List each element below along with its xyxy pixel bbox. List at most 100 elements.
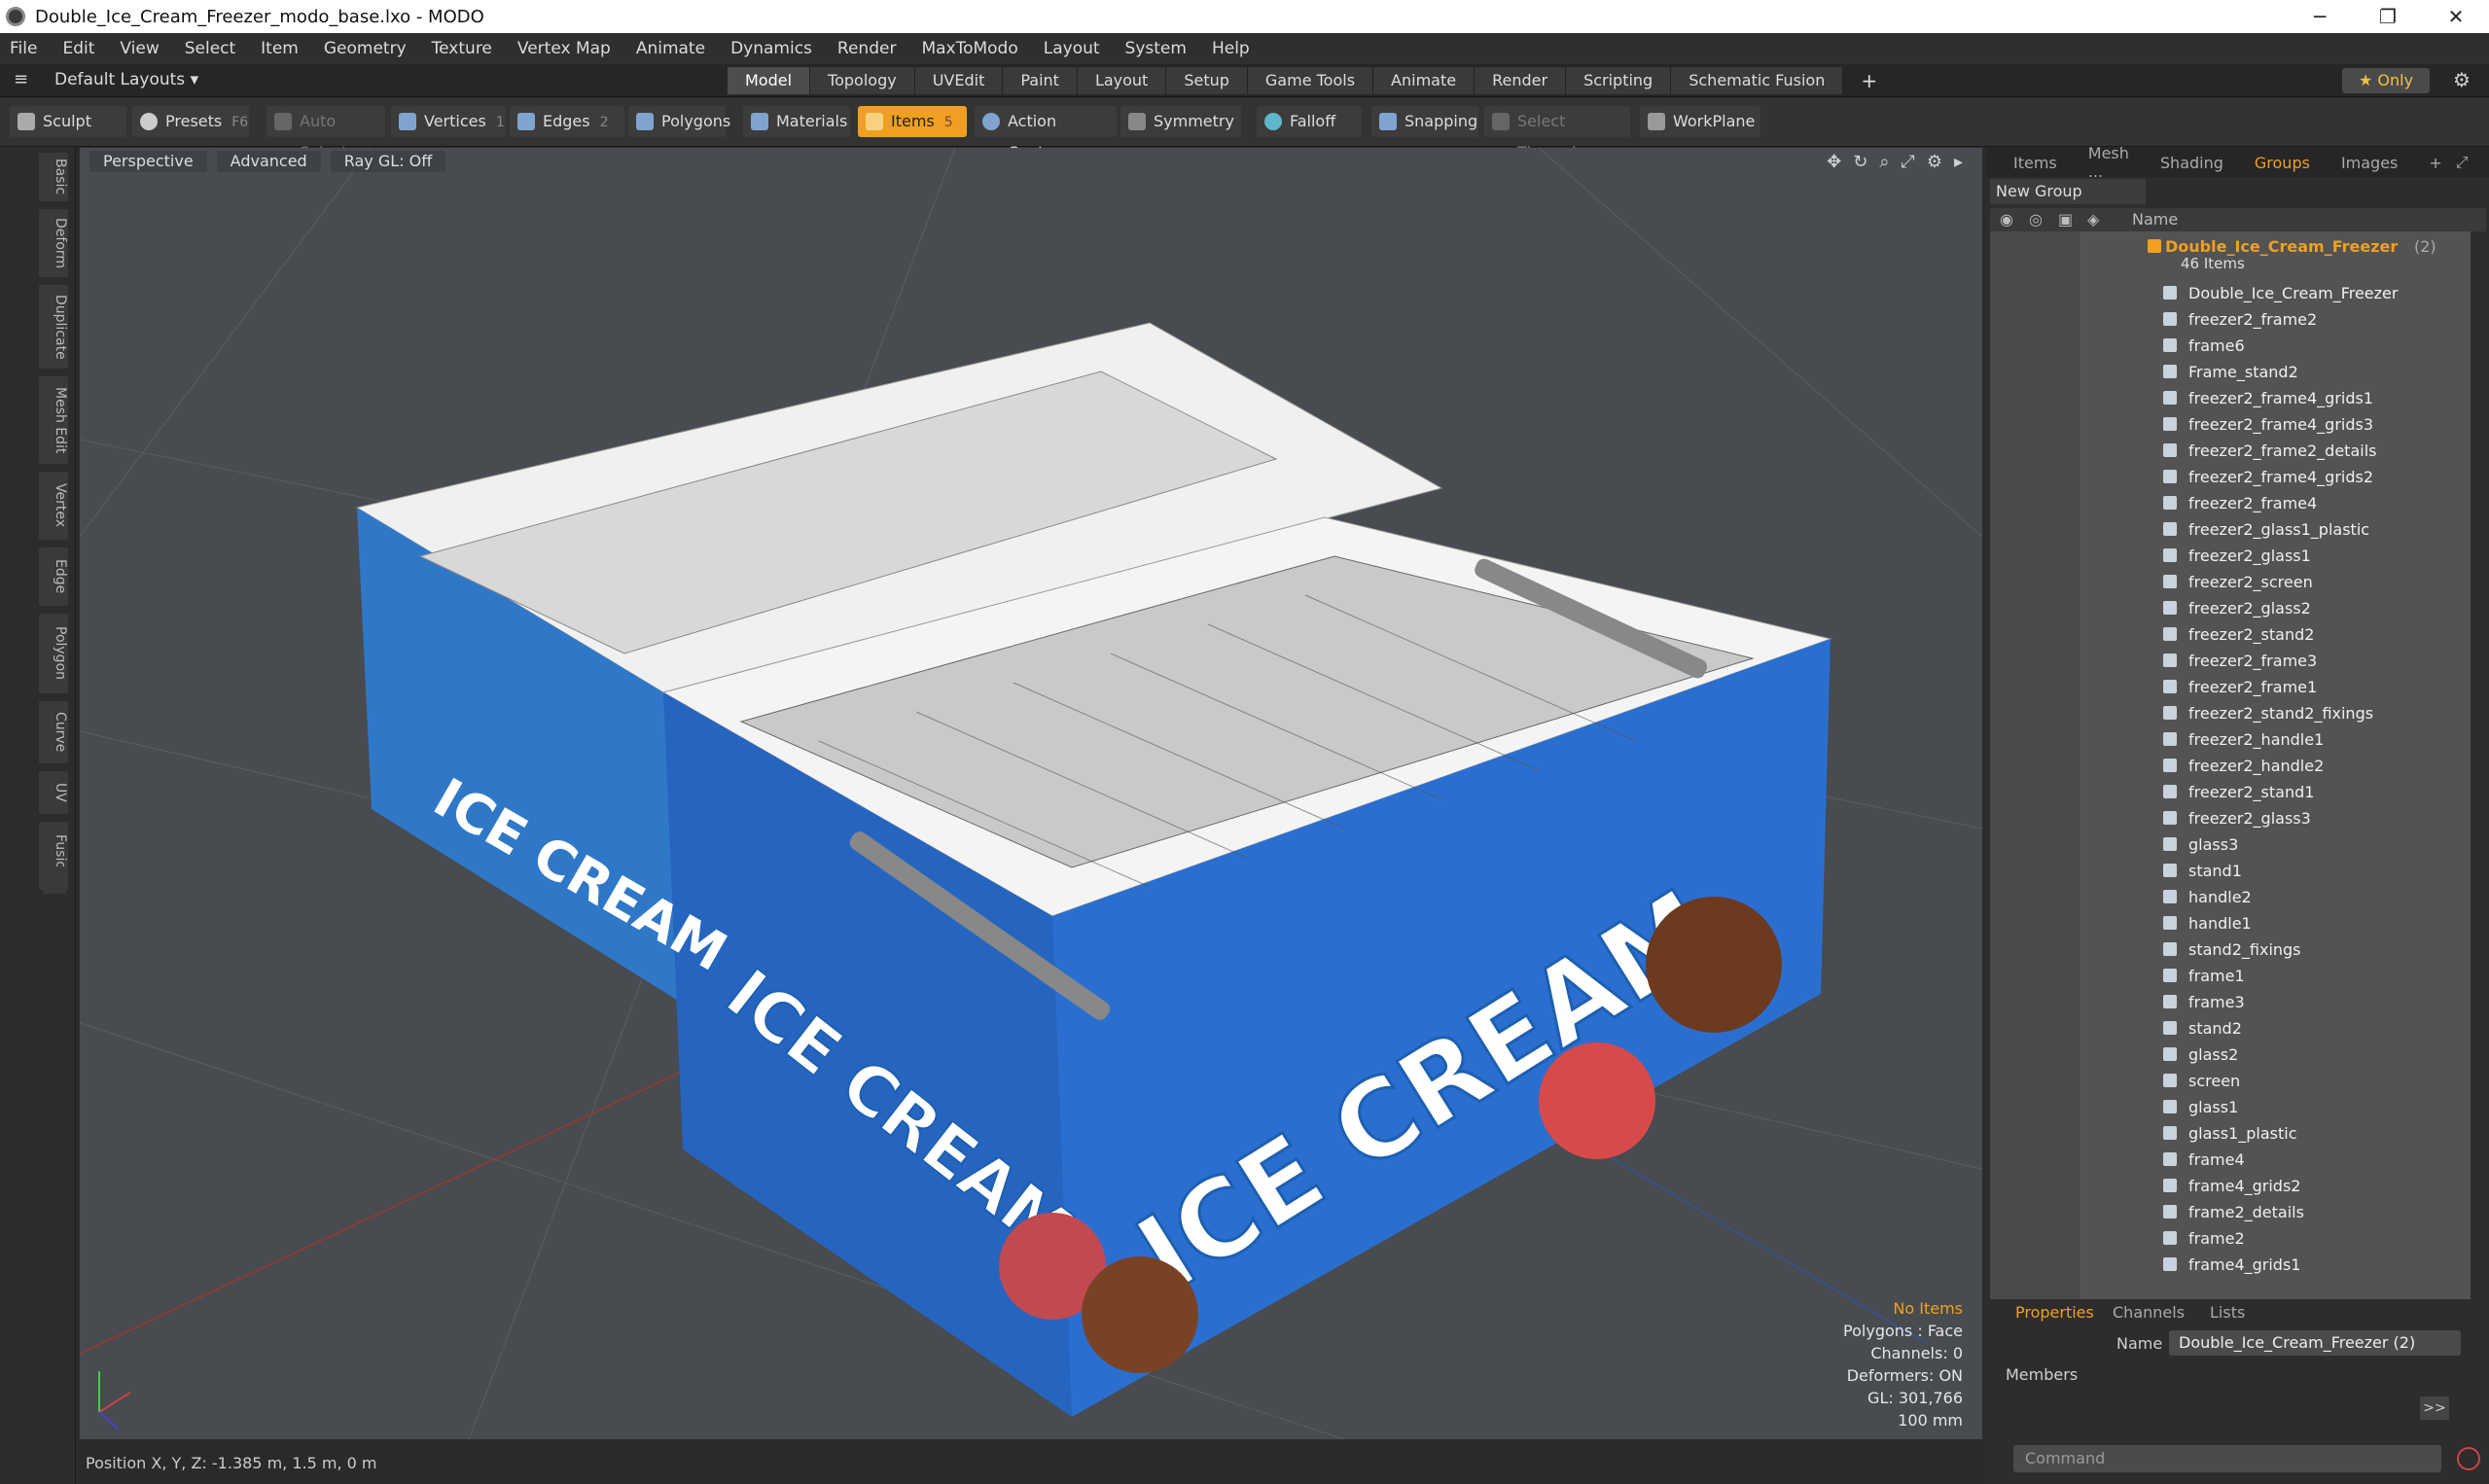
- list-item[interactable]: frame4_grids2: [1990, 1173, 2471, 1199]
- list-item[interactable]: freezer2_frame2: [1990, 306, 2471, 333]
- polygons-button[interactable]: Polygons: [628, 106, 730, 137]
- command-input[interactable]: Command: [2013, 1445, 2441, 1472]
- list-item[interactable]: stand1: [1990, 858, 2471, 884]
- menu-select[interactable]: Select: [185, 39, 235, 58]
- tab-game-tools[interactable]: Game Tools: [1247, 67, 1374, 94]
- add-tab-button[interactable]: +: [1843, 67, 1897, 94]
- vertices-button[interactable]: Vertices 1: [391, 106, 506, 137]
- 3d-viewport[interactable]: ICE CREAM ICE CREAM ICE CREAM Perspectiv…: [80, 148, 1982, 1439]
- close-button[interactable]: ✕: [2422, 0, 2489, 33]
- side-tab-uv[interactable]: UV: [39, 771, 68, 814]
- materials-button[interactable]: Materials: [743, 106, 850, 137]
- tab-model[interactable]: Model: [728, 67, 811, 94]
- maximize-button[interactable]: ❐: [2354, 0, 2422, 33]
- list-item[interactable]: Frame_stand2: [1990, 359, 2471, 385]
- snapping-button[interactable]: Snapping: [1371, 106, 1478, 137]
- side-tab-deform[interactable]: Deform: [39, 209, 68, 277]
- only-toggle[interactable]: ★ Only: [2342, 68, 2430, 93]
- menu-geometry[interactable]: Geometry: [324, 39, 407, 58]
- list-item[interactable]: freezer2_glass3: [1990, 805, 2471, 831]
- falloff-button[interactable]: Falloff: [1257, 106, 1362, 137]
- list-item[interactable]: screen: [1990, 1068, 2471, 1094]
- list-item[interactable]: frame6: [1990, 333, 2471, 359]
- list-item[interactable]: frame4: [1990, 1147, 2471, 1173]
- add-panel-tab-icon[interactable]: +: [2429, 154, 2441, 172]
- menu-dynamics[interactable]: Dynamics: [730, 39, 812, 58]
- workplane-button[interactable]: WorkPlane: [1640, 106, 1760, 137]
- tab-setup[interactable]: Setup: [1166, 67, 1248, 94]
- list-item[interactable]: frame2: [1990, 1225, 2471, 1252]
- list-item[interactable]: freezer2_stand2: [1990, 621, 2471, 648]
- list-item[interactable]: freezer2_frame1: [1990, 674, 2471, 700]
- tab-channels[interactable]: Channels: [2113, 1303, 2185, 1322]
- list-item[interactable]: stand2_fixings: [1990, 936, 2471, 963]
- tab-paint[interactable]: Paint: [1003, 67, 1078, 94]
- list-item[interactable]: freezer2_handle2: [1990, 753, 2471, 779]
- list-item[interactable]: Double_Ice_Cream_Freezer: [1990, 280, 2471, 306]
- list-item[interactable]: frame2_details: [1990, 1199, 2471, 1225]
- list-item[interactable]: glass1_plastic: [1990, 1120, 2471, 1147]
- ray-gl-toggle[interactable]: Ray GL: Off: [330, 151, 446, 172]
- list-item[interactable]: freezer2_screen: [1990, 569, 2471, 595]
- viewport-settings-icon[interactable]: ⚙: [1927, 152, 1942, 172]
- list-item[interactable]: glass2: [1990, 1042, 2471, 1068]
- tab-properties[interactable]: Properties: [2015, 1303, 2094, 1322]
- symmetry-button[interactable]: Symmetry: [1120, 106, 1241, 137]
- list-item[interactable]: frame1: [1990, 963, 2471, 989]
- list-item[interactable]: freezer2_frame4_grids2: [1990, 464, 2471, 490]
- menu-edit[interactable]: Edit: [62, 39, 94, 58]
- list-item[interactable]: handle2: [1990, 884, 2471, 910]
- menu-system[interactable]: System: [1125, 39, 1187, 58]
- tab-scripting[interactable]: Scripting: [1566, 67, 1672, 94]
- layout-menu-icon[interactable]: ≡: [14, 69, 28, 89]
- select-icon[interactable]: ◈: [2087, 208, 2099, 231]
- list-item[interactable]: freezer2_frame4: [1990, 490, 2471, 516]
- tab-lists[interactable]: Lists: [2210, 1303, 2245, 1322]
- members-expand-button[interactable]: >>: [2420, 1396, 2449, 1420]
- list-item[interactable]: stand2: [1990, 1015, 2471, 1042]
- fit-view-icon[interactable]: ⤢: [1901, 152, 1914, 172]
- menu-item[interactable]: Item: [261, 39, 299, 58]
- column-name-header[interactable]: Name: [2132, 208, 2178, 231]
- side-tab-curve[interactable]: Curve: [39, 701, 68, 763]
- tab-animate[interactable]: Animate: [1373, 67, 1476, 94]
- action-center-button[interactable]: Action Center: [975, 106, 1117, 161]
- presets-button[interactable]: Presets F6: [132, 106, 249, 137]
- list-item[interactable]: glass3: [1990, 831, 2471, 858]
- tab-schematic-fusion[interactable]: Schematic Fusion: [1671, 67, 1844, 94]
- default-layouts-dropdown[interactable]: Default Layouts ▾: [54, 70, 198, 89]
- tab-render[interactable]: Render: [1475, 67, 1567, 94]
- list-item[interactable]: freezer2_glass1_plastic: [1990, 516, 2471, 543]
- tab-uvedit[interactable]: UVEdit: [914, 67, 1004, 94]
- tab-images[interactable]: Images: [2341, 154, 2398, 172]
- list-item[interactable]: glass1: [1990, 1094, 2471, 1120]
- tab-topology[interactable]: Topology: [810, 67, 915, 94]
- expand-panel-icon[interactable]: ⤢: [2456, 153, 2469, 172]
- menu-vertex-map[interactable]: Vertex Map: [517, 39, 611, 58]
- menu-view[interactable]: View: [120, 39, 159, 58]
- tab-shading[interactable]: Shading: [2160, 154, 2223, 172]
- list-item[interactable]: freezer2_stand2_fixings: [1990, 700, 2471, 726]
- side-tab-extra[interactable]: [43, 866, 66, 894]
- select-through-button[interactable]: Select Through: [1484, 106, 1630, 161]
- menu-animate[interactable]: Animate: [636, 39, 705, 58]
- side-tab-basic[interactable]: Basic: [39, 153, 68, 201]
- render-icon[interactable]: ◎: [2029, 208, 2043, 231]
- menu-render[interactable]: Render: [837, 39, 897, 58]
- record-macro-icon[interactable]: [2457, 1447, 2480, 1470]
- menu-texture[interactable]: Texture: [432, 39, 492, 58]
- side-tab-mesh-edit[interactable]: Mesh Edit: [39, 376, 68, 464]
- menu-help[interactable]: Help: [1212, 39, 1250, 58]
- list-item[interactable]: freezer2_stand1: [1990, 779, 2471, 805]
- rotate-view-icon[interactable]: ↻: [1853, 152, 1867, 172]
- auto-select-button[interactable]: Auto Select: [267, 106, 385, 161]
- move-view-icon[interactable]: ✥: [1827, 152, 1841, 172]
- new-group-button[interactable]: New Group: [1990, 179, 2146, 204]
- tab-layout[interactable]: Layout: [1077, 67, 1167, 94]
- sculpt-button[interactable]: Sculpt: [10, 106, 126, 137]
- zoom-view-icon[interactable]: ⌕: [1879, 152, 1889, 172]
- side-tab-polygon[interactable]: Polygon: [39, 614, 68, 693]
- minimize-button[interactable]: ─: [2286, 0, 2354, 33]
- list-item[interactable]: freezer2_frame4_grids3: [1990, 411, 2471, 438]
- side-tab-edge[interactable]: Edge: [39, 548, 68, 606]
